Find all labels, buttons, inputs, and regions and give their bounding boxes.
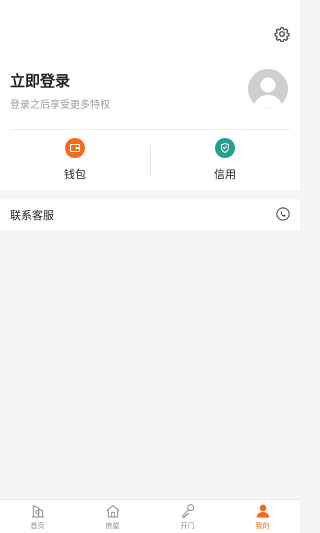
- gear-icon: [274, 27, 290, 42]
- credit-shield-icon: [215, 138, 235, 158]
- contact-service-row[interactable]: 联系客服: [0, 199, 300, 230]
- tab-home-label: 首页: [30, 522, 45, 530]
- wallet-label: 钱包: [64, 168, 86, 181]
- house-icon: [104, 502, 122, 520]
- settings-button[interactable]: [272, 24, 292, 44]
- tab-house-label: 房屋: [105, 522, 120, 530]
- login-subtitle: 登录之后享受更多特权: [10, 100, 110, 111]
- quick-actions-separator: [150, 145, 151, 177]
- profile-screen: 立即登录 登录之后享受更多特权 钱包 信用 联系客服 首页 房屋 开门 我的: [0, 0, 300, 533]
- tab-home[interactable]: 首页: [0, 502, 75, 533]
- wallet-icon: [65, 138, 85, 158]
- default-avatar-icon: [248, 69, 288, 109]
- tab-unlock-label: 开门: [180, 522, 195, 530]
- credit-label: 信用: [214, 168, 236, 181]
- profile-icon: [254, 502, 272, 520]
- phone-icon: [276, 207, 290, 221]
- home-icon: [29, 502, 47, 520]
- wallet-button[interactable]: 钱包: [0, 138, 150, 188]
- bottom-tab-bar: 首页 房屋 开门 我的: [0, 499, 300, 533]
- avatar[interactable]: [248, 69, 288, 109]
- credit-button[interactable]: 信用: [150, 138, 300, 188]
- login-title[interactable]: 立即登录: [10, 70, 70, 91]
- tab-mine-label: 我的: [255, 522, 270, 530]
- key-icon: [179, 502, 197, 520]
- tab-house[interactable]: 房屋: [75, 502, 150, 533]
- tab-unlock[interactable]: 开门: [150, 502, 225, 533]
- contact-service-label: 联系客服: [10, 209, 54, 222]
- tab-mine[interactable]: 我的: [225, 502, 300, 533]
